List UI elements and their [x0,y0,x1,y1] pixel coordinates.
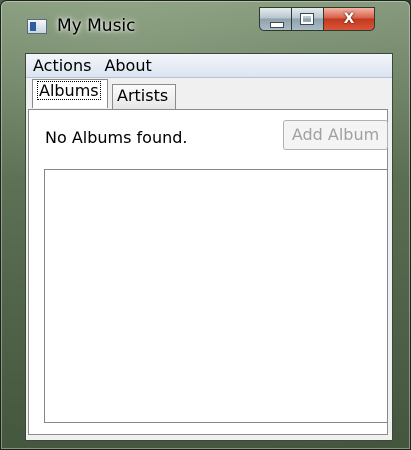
tab-artists-label: Artists [117,86,169,105]
tab-albums[interactable]: Albums [32,79,108,108]
menu-item-actions[interactable]: Actions [26,55,97,77]
app-icon [27,19,47,34]
client-area: Actions About Albums Artists No Albums f… [25,53,393,441]
tab-strip: Albums Artists [28,79,388,109]
maximize-button[interactable] [291,7,323,31]
albums-tab-panel: No Albums found. Add Album [28,109,388,435]
minimize-icon [270,22,284,28]
albums-status-text: No Albums found. [45,128,188,147]
menu-item-about[interactable]: About [97,55,157,77]
menu-bar: Actions About [26,54,392,78]
tab-artists[interactable]: Artists [112,84,176,109]
close-button[interactable]: X [323,7,375,31]
minimize-button[interactable] [259,7,291,31]
add-album-button[interactable]: Add Album [283,120,388,150]
caption-buttons: X [259,7,375,33]
close-icon: X [343,11,355,27]
window-title: My Music [57,16,136,36]
album-list[interactable] [44,169,388,423]
maximize-icon [300,13,314,25]
app-window: My Music X Actions About Albums Artists [0,0,411,450]
tab-albums-label: Albums [37,81,101,100]
title-bar[interactable]: My Music X [9,7,402,47]
